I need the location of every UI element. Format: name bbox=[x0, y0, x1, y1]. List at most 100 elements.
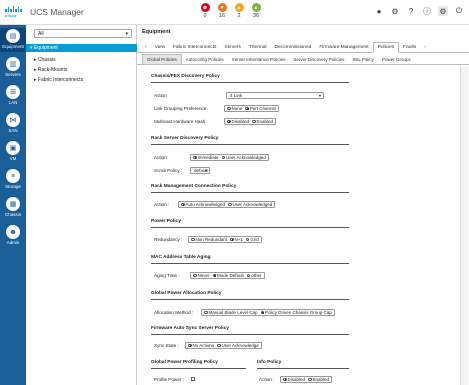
radio-option[interactable]: None bbox=[227, 106, 242, 111]
tree-item-fabric-interconnects[interactable]: ▸ Fabric Interconnects bbox=[34, 77, 83, 83]
radio-option[interactable]: Immediate bbox=[193, 155, 219, 160]
tab-policies[interactable]: Policies bbox=[372, 42, 400, 53]
radio-button[interactable] bbox=[204, 310, 208, 315]
radio-option[interactable]: User Acknowledged bbox=[228, 202, 272, 207]
tab-faults[interactable]: Faults bbox=[399, 43, 420, 52]
subtab-power-groups[interactable]: Power Groups bbox=[378, 55, 415, 64]
settings-icon[interactable]: ⚙ bbox=[438, 6, 448, 16]
radio-option[interactable]: Grid bbox=[245, 237, 259, 242]
tab-fabric-interconnects[interactable]: Fabric Interconnects bbox=[169, 43, 220, 52]
redundancy-radio-group[interactable]: Non Redundant N+1 Grid bbox=[188, 236, 262, 243]
rackmgmt-radio-group[interactable]: Auto Acknowledged User Acknowledged bbox=[178, 201, 276, 208]
radio-option[interactable]: User Acknowledge bbox=[217, 343, 259, 348]
tree-item-chassis[interactable]: ▸ Chassis bbox=[34, 57, 56, 63]
nav-filter-dropdown[interactable]: All ▾ bbox=[34, 29, 132, 38]
help-icon[interactable]: ? bbox=[406, 6, 416, 16]
radio-option[interactable]: Disabled bbox=[227, 119, 249, 124]
subtab-sel-policy[interactable]: SEL Policy bbox=[348, 55, 378, 64]
subtab-server-discovery-policies[interactable]: Server Discovery Policies bbox=[289, 55, 348, 64]
radio-option[interactable]: No Actions bbox=[188, 343, 214, 348]
link-grouping-radio-group[interactable]: None Port Channel bbox=[224, 105, 280, 112]
search-icon[interactable]: ⚙ bbox=[390, 6, 400, 16]
radio-option[interactable]: Never bbox=[193, 273, 210, 278]
radio-button[interactable] bbox=[246, 273, 251, 278]
rail-item-vm[interactable]: ▣ VM bbox=[0, 140, 26, 164]
radio-button[interactable] bbox=[181, 202, 185, 207]
profile-power-checkbox[interactable] bbox=[191, 377, 195, 381]
chassis-icon: ▦ bbox=[6, 197, 20, 211]
radio-button[interactable] bbox=[193, 273, 197, 278]
radio-button[interactable] bbox=[308, 377, 312, 382]
tab-scroll-left-icon[interactable]: ‹ bbox=[141, 43, 151, 52]
tab-firmware-management[interactable]: Firmware Management bbox=[315, 43, 372, 52]
fault-counter[interactable]: ▲ 2 bbox=[234, 3, 244, 19]
sync-state-label: Sync State : bbox=[154, 343, 179, 348]
tab-decommissioned[interactable]: Decommissioned bbox=[271, 43, 316, 52]
chassis-action-dropdown[interactable]: 4 Link ▾ bbox=[226, 92, 324, 99]
radio-option[interactable]: Disabled bbox=[283, 377, 305, 382]
radio-button[interactable] bbox=[227, 106, 231, 111]
rail-item-equipment[interactable]: ▤ Equipment bbox=[0, 28, 26, 52]
profile-power-label: Profile Power : bbox=[154, 377, 184, 382]
radio-button[interactable] bbox=[217, 343, 221, 348]
multicast-hash-radio-group[interactable]: Disabled Enabled bbox=[224, 118, 277, 125]
fault-counter[interactable]: ▲ 36 bbox=[251, 3, 261, 19]
rack-action-radio-group[interactable]: Immediate User Acknowledged bbox=[190, 154, 269, 161]
radio-option[interactable]: N+1 bbox=[230, 237, 243, 242]
power-icon[interactable]: ⏻ bbox=[454, 6, 464, 16]
radio-button[interactable] bbox=[188, 343, 192, 348]
tab-servers[interactable]: Servers bbox=[220, 43, 245, 52]
rail-item-lan[interactable]: ⊞ LAN bbox=[0, 84, 26, 108]
aging-time-radio-group[interactable]: Never Mode Default other bbox=[190, 272, 265, 279]
info-icon[interactable]: ⓘ bbox=[422, 6, 432, 16]
allocation-method-radio-group[interactable]: Manual Blade Level Cap Policy Driven Chas… bbox=[201, 309, 335, 316]
sync-state-radio-group[interactable]: No Actions User Acknowledge bbox=[185, 342, 262, 349]
info-action-radio-group[interactable]: Disabled Enabled bbox=[280, 376, 333, 383]
rail-item-admin[interactable]: ☻ Admin bbox=[0, 224, 26, 248]
radio-button[interactable] bbox=[191, 237, 195, 242]
tab-view[interactable]: View bbox=[151, 43, 169, 52]
tab-thermal[interactable]: Thermal bbox=[245, 43, 271, 52]
radio-button[interactable] bbox=[245, 106, 249, 111]
radio-button[interactable] bbox=[228, 202, 232, 207]
radio-option[interactable]: Enabled bbox=[252, 119, 273, 124]
scrub-policy-dropdown[interactable]: default ▾ bbox=[190, 167, 210, 174]
radio-option[interactable]: other bbox=[246, 273, 262, 278]
radio-option[interactable]: Non Redundant bbox=[191, 237, 227, 242]
radio-button[interactable] bbox=[245, 237, 250, 242]
radio-button[interactable] bbox=[260, 310, 265, 315]
tree-item-equipment[interactable]: ▾ Equipment bbox=[26, 44, 137, 52]
scrub-policy-label: Scrub Policy : bbox=[154, 168, 183, 173]
radio-option[interactable]: Port Channel bbox=[245, 106, 276, 111]
radio-option[interactable]: Manual Blade Level Cap bbox=[204, 310, 258, 315]
radio-button[interactable] bbox=[283, 377, 287, 382]
tree-item-rack-mounts[interactable]: ▸ Rack-Mounts bbox=[34, 67, 67, 73]
radio-button[interactable] bbox=[212, 273, 217, 278]
fault-counter[interactable]: ▼ 16 bbox=[217, 3, 227, 19]
subtab-autoconfig-policies[interactable]: Autoconfig Policies bbox=[182, 55, 228, 64]
rail-item-storage[interactable]: ≡ Storage bbox=[0, 168, 26, 192]
radio-button[interactable] bbox=[227, 119, 231, 124]
fault-summary[interactable]: ⊗ 0 ▼ 16 ▲ 2 ▲ 36 bbox=[200, 3, 261, 19]
gear-icon[interactable]: ● bbox=[374, 6, 384, 16]
rail-item-chassis[interactable]: ▦ Chassis bbox=[0, 196, 26, 220]
radio-option[interactable]: Auto Acknowledged bbox=[181, 202, 225, 207]
warning-fault-icon: ▲ bbox=[251, 3, 261, 12]
radio-option[interactable]: User Acknowledged bbox=[221, 155, 266, 160]
radio-button[interactable] bbox=[193, 155, 197, 160]
subtab-server-inheritance-policies[interactable]: Server Inheritance Policies bbox=[228, 55, 290, 64]
radio-button[interactable] bbox=[221, 155, 226, 160]
radio-button[interactable] bbox=[252, 119, 256, 124]
radio-option[interactable]: Mode Default bbox=[212, 273, 244, 278]
rail-item-servers[interactable]: ▥ Servers bbox=[0, 56, 26, 80]
radio-button[interactable] bbox=[230, 237, 234, 242]
rail-item-san[interactable]: ⋈ SAN bbox=[0, 112, 26, 136]
radio-option[interactable]: Enabled bbox=[308, 377, 329, 382]
radio-label: Mode Default bbox=[217, 273, 244, 278]
radio-option[interactable]: Policy Driven Chassis Group Cap bbox=[260, 310, 332, 315]
vertical-scrollbar[interactable] bbox=[460, 67, 468, 385]
tab-scroll-right-icon[interactable]: › bbox=[420, 43, 430, 52]
fault-counter[interactable]: ⊗ 0 bbox=[200, 3, 210, 19]
subtab-global-policies[interactable]: Global Policies bbox=[142, 54, 182, 64]
rail-item-label: LAN bbox=[8, 100, 18, 105]
